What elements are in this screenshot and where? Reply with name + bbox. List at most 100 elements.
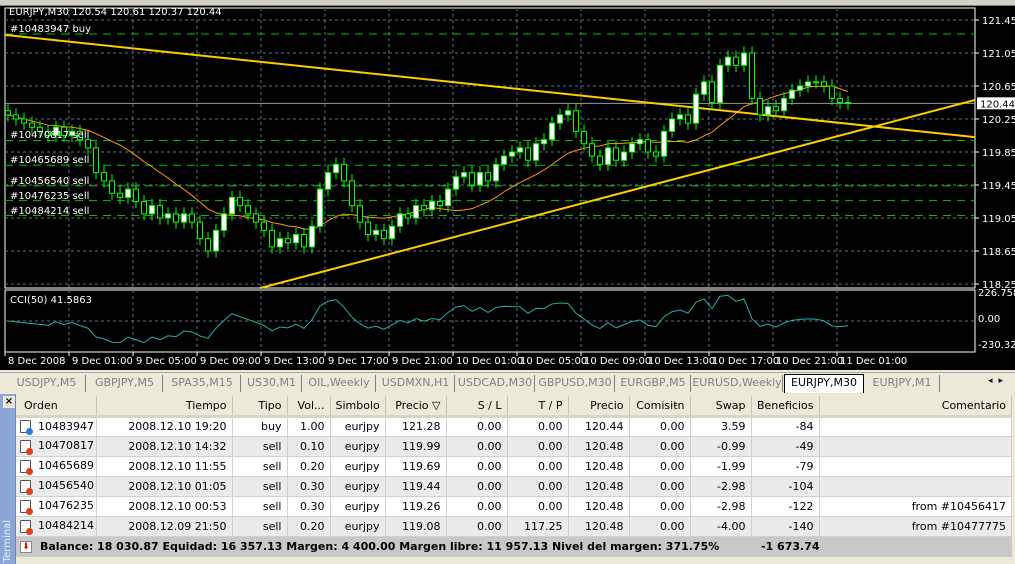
terminal-label: Terminal (2, 519, 13, 562)
order-label[interactable]: #10476235 sell (10, 191, 89, 202)
price-chart[interactable]: 121.45 121.05 120.65 120.25 119.85 119.45 119.… (0, 6, 1015, 370)
table-row[interactable]: 10476235 2008.12.10 00:53 sell 0.30 eurjpy 11… (16, 496, 1012, 517)
column-header[interactable]: Comisiŧn (629, 396, 691, 418)
candle (405, 213, 411, 219)
terminal-side-strip: Terminal (0, 394, 16, 564)
column-header[interactable]: Tipo (232, 396, 288, 418)
buy-order-icon (20, 420, 33, 436)
cell-5: 119.69 (385, 456, 447, 477)
cci-label: CCI(50) 41.5863 (10, 295, 92, 306)
close-icon[interactable]: × (3, 396, 15, 408)
candle (133, 188, 139, 202)
cell-6: 0.00 (446, 516, 508, 537)
column-header[interactable]: Simbolo (330, 396, 386, 418)
table-row[interactable]: 10470817 2008.12.10 14:32 sell 0.10 eurjpy 11… (16, 436, 1012, 457)
tab-eurjpy-m1[interactable]: EURJPY,M1 (865, 375, 940, 392)
candle (813, 81, 819, 84)
tab-spa35-m15[interactable]: SPA35,M15 (164, 375, 241, 392)
column-header[interactable]: Orden (16, 396, 97, 418)
order-label[interactable]: #10483947 buy (10, 24, 91, 35)
tab-usdmxn-h1[interactable]: USDMXN,H1 (377, 375, 455, 392)
candle (581, 130, 587, 145)
cell-3: 0.20 (287, 456, 331, 477)
column-header[interactable]: Comentario (819, 396, 1012, 418)
candle (221, 213, 227, 231)
candle (749, 52, 755, 99)
tab-gbpusd-m30[interactable]: GBPUSD,M30 (536, 375, 615, 392)
tab-usdcad-m30[interactable]: USDCAD,M30 (456, 375, 535, 392)
cell-9: 0.00 (629, 496, 691, 517)
candle (165, 213, 171, 219)
cell-5: 121.28 (385, 416, 447, 437)
table-row[interactable]: 10483947 2008.12.10 19:20 buy 1.00 eurjpy 121… (16, 416, 1012, 437)
cell-8: 120.44 (568, 416, 630, 437)
candle (533, 143, 539, 161)
candle (797, 85, 803, 91)
column-header[interactable]: Precio ▽ (385, 396, 447, 418)
candle (717, 64, 723, 103)
table-row[interactable]: 10484214 2008.12.09 21:50 sell 0.20 eurjpy 11… (16, 516, 1012, 537)
tab-eurjpy-m30[interactable]: EURJPY,M30 (784, 374, 864, 393)
candle (541, 139, 547, 145)
order-label[interactable]: #10465689 sell (10, 155, 89, 166)
cell-1: 2008.12.10 11:55 (96, 456, 233, 477)
candle (333, 163, 339, 174)
candle (845, 102, 851, 104)
candle (821, 81, 827, 87)
cell-0: 10483947 (16, 416, 97, 437)
column-header[interactable]: Swap (690, 396, 752, 418)
order-label[interactable]: #10470817 sell (10, 130, 89, 141)
candle (685, 114, 691, 124)
cell-8: 120.48 (568, 436, 630, 457)
order-label[interactable]: #10484214 sell (10, 206, 89, 217)
cell-7: 0.00 (507, 456, 569, 477)
tab-us30-m1[interactable]: US30,M1 (242, 375, 302, 392)
candle (653, 151, 659, 157)
tab-eurusd-weekly[interactable]: EURUSD,Weekly (692, 375, 783, 392)
price-label: 120.25 (982, 115, 1015, 126)
candle (701, 81, 707, 95)
column-header[interactable]: Beneficios (751, 396, 820, 418)
candle (741, 52, 747, 66)
sell-order-icon (20, 479, 33, 495)
candle (837, 97, 843, 103)
candle (757, 97, 763, 116)
cell-9: 0.00 (629, 456, 691, 477)
order-id: 10476235 (38, 499, 94, 513)
column-header[interactable]: S / L (446, 396, 508, 418)
tab-oil-weekly[interactable]: OIL,Weekly (303, 375, 376, 392)
order-label[interactable]: #10456540 sell (10, 176, 89, 187)
cell-4: eurjpy (330, 436, 386, 457)
chart-canvas[interactable]: 121.45 121.05 120.65 120.25 119.85 119.45 119.… (0, 6, 1015, 370)
candle (501, 155, 507, 165)
table-row[interactable]: 10456540 2008.12.10 01:05 sell 0.30 eurjpy 11… (16, 476, 1012, 497)
tab-scroll-arrows[interactable]: ◂▸ (988, 376, 1009, 386)
column-header[interactable]: Tiempo (96, 396, 233, 418)
cell-10: -0.99 (690, 436, 752, 457)
candle (173, 213, 179, 223)
tab-eurgbp-m5[interactable]: EURGBP,M5 (616, 375, 691, 392)
tab-gbpjpy-m5[interactable]: GBPJPY,M5 (87, 375, 163, 392)
candle (373, 229, 379, 235)
candle (29, 122, 35, 128)
candle (245, 205, 251, 215)
cell-6: 0.00 (446, 456, 508, 477)
balance-row: ⬇ Balance: 18 030.87 Equidad: 16 357.13 … (16, 537, 1012, 557)
cell-5: 119.08 (385, 516, 447, 537)
column-header[interactable]: Vol... (287, 396, 331, 418)
candle (781, 97, 787, 112)
cci-axis-label: 226.7582 (978, 288, 1015, 299)
time-label: 10 Dec 05:00 (520, 356, 587, 367)
candle (445, 188, 451, 207)
time-label: 10 Dec 09:00 (584, 356, 651, 367)
candle (805, 81, 811, 87)
column-header[interactable]: Precio (568, 396, 630, 418)
cell-12 (819, 456, 1012, 477)
cell-4: eurjpy (330, 476, 386, 497)
candle (453, 176, 459, 190)
cell-7: 117.25 (507, 516, 569, 537)
column-header[interactable]: T / P (507, 396, 569, 418)
tab-usdjpy-m5[interactable]: USDJPY,M5 (8, 375, 86, 392)
candle (197, 221, 203, 240)
table-row[interactable]: 10465689 2008.12.10 11:55 sell 0.20 eurjpy 11… (16, 456, 1012, 477)
